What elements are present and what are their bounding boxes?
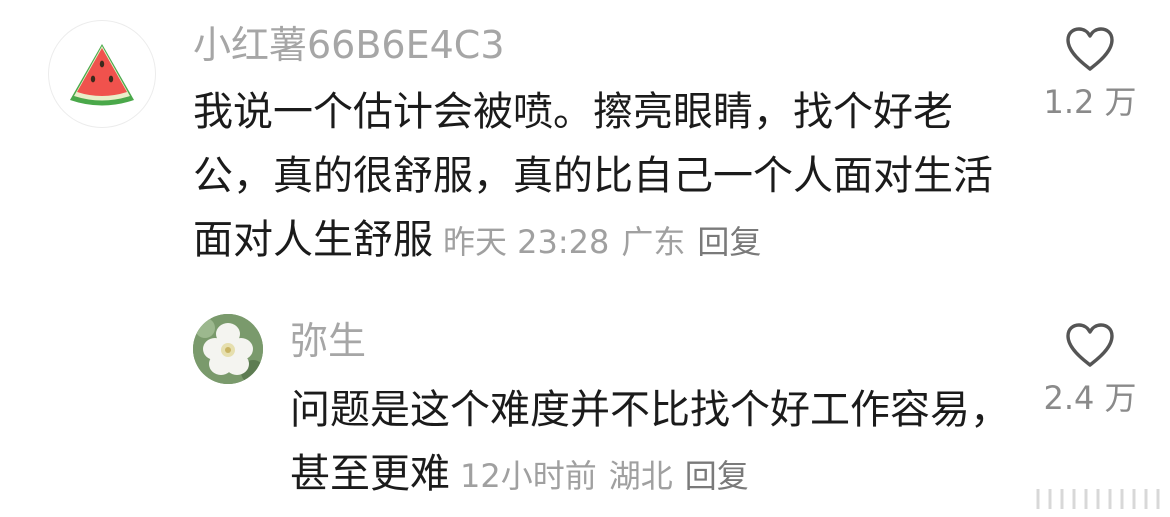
watermelon-slice-icon [70, 44, 134, 106]
comment-meta: 昨天 23:28 广东 回复 [443, 223, 761, 261]
reply-like-count: 2.4 万 [1043, 379, 1137, 417]
comment-text: 我说一个估计会被喷。擦亮眼睛，找个好老公，真的很舒服，真的比自己一个人面对生活面… [193, 80, 1018, 274]
heart-icon [1066, 27, 1114, 71]
reply-location: 湖北 [608, 457, 673, 495]
comment-location: 广东 [621, 223, 686, 261]
like-button[interactable]: 1.2 万 [1030, 26, 1150, 122]
reply-meta: 12小时前 湖北 回复 [460, 457, 749, 495]
watermark [1036, 489, 1160, 509]
like-count: 1.2 万 [1043, 83, 1137, 121]
username[interactable]: 小红薯66B6E4C3 [193, 22, 505, 68]
reply-reply-button[interactable]: 回复 [685, 457, 749, 495]
reply-username[interactable]: 弥生 [290, 318, 366, 364]
avatar[interactable] [48, 20, 156, 128]
heart-icon [1066, 323, 1114, 367]
comment-time: 昨天 23:28 [443, 223, 610, 261]
reply-text: 问题是这个难度并不比找个好工作容易，甚至更难 12小时前 湖北 回复 [290, 378, 1010, 508]
reply-time: 12小时前 [460, 457, 597, 495]
reply-button[interactable]: 回复 [697, 223, 761, 261]
reply-like-button[interactable]: 2.4 万 [1030, 322, 1150, 418]
white-flower-photo [193, 314, 263, 384]
reply-avatar[interactable] [193, 314, 263, 384]
